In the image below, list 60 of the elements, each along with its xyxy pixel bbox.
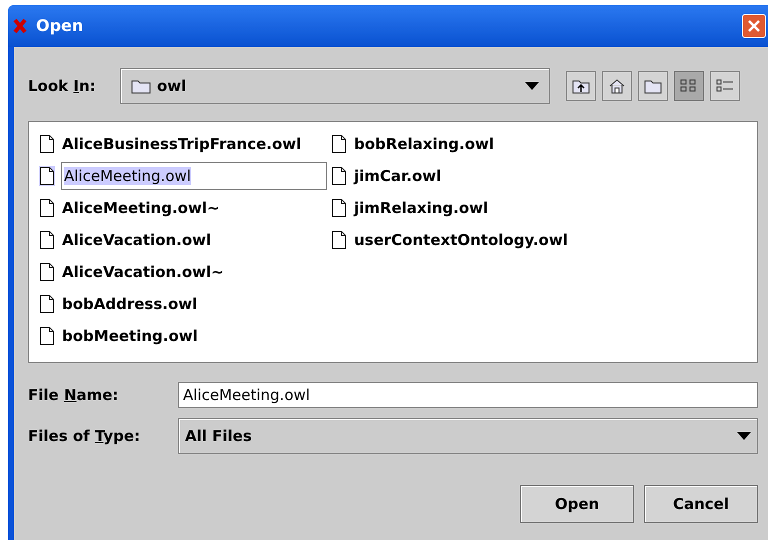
- list-view-icon: [680, 78, 698, 94]
- file-name: jimCar.owl: [353, 166, 442, 187]
- toolbar-button[interactable]: [566, 71, 596, 101]
- file-name-field[interactable]: AliceMeeting.owl: [178, 382, 758, 408]
- look-in-label: Look In:: [28, 77, 96, 95]
- file-item[interactable]: AliceMeeting.owl: [39, 160, 327, 192]
- file-name: AliceVacation.owl: [61, 230, 212, 251]
- file-type-value: All Files: [185, 426, 253, 447]
- home-icon: [608, 78, 626, 94]
- file-name: bobMeeting.owl: [61, 326, 199, 347]
- file-name: jimRelaxing.owl: [353, 198, 490, 219]
- file-item[interactable]: bobRelaxing.owl: [331, 128, 569, 160]
- file-item[interactable]: bobAddress.owl: [39, 288, 327, 320]
- file-item[interactable]: bobMeeting.owl: [39, 320, 327, 352]
- toolbar-button[interactable]: [710, 71, 740, 101]
- file-icon: [39, 134, 55, 154]
- dropdown-arrow-icon: [737, 432, 751, 440]
- file-item[interactable]: AliceVacation.owl~: [39, 256, 327, 288]
- close-button[interactable]: [742, 14, 766, 38]
- file-icon: [331, 198, 347, 218]
- file-type-label: Files of Type:: [28, 427, 140, 445]
- up-folder-icon: [572, 78, 590, 94]
- file-icon: [39, 294, 55, 314]
- file-icon: [331, 134, 347, 154]
- toolbar-button[interactable]: [602, 71, 632, 101]
- look-in-value: owl: [157, 76, 188, 97]
- toolbar-button[interactable]: [638, 71, 668, 101]
- look-in-dropdown[interactable]: owl: [120, 68, 550, 104]
- file-icon: [39, 262, 55, 282]
- file-item[interactable]: AliceMeeting.owl~: [39, 192, 327, 224]
- file-icon: [39, 230, 55, 250]
- folder-icon: [131, 78, 151, 94]
- toolbar-button[interactable]: [674, 71, 704, 101]
- file-icon: [39, 198, 55, 218]
- file-name: AliceMeeting.owl: [61, 162, 327, 190]
- close-icon: [748, 20, 760, 32]
- file-name: userContextOntology.owl: [353, 230, 569, 251]
- dialog-button[interactable]: Cancel: [644, 485, 758, 523]
- file-item[interactable]: AliceVacation.owl: [39, 224, 327, 256]
- file-item[interactable]: userContextOntology.owl: [331, 224, 569, 256]
- file-item[interactable]: AliceBusinessTripFrance.owl: [39, 128, 327, 160]
- file-icon: [39, 326, 55, 346]
- file-item[interactable]: jimCar.owl: [331, 160, 569, 192]
- dropdown-arrow-icon: [525, 82, 539, 90]
- dialog-button[interactable]: Open: [520, 485, 634, 523]
- app-icon: [12, 18, 28, 34]
- details-view-icon: [716, 78, 734, 94]
- file-name-label: File Name:: [28, 386, 118, 404]
- file-icon: [39, 166, 55, 186]
- file-icon: [331, 230, 347, 250]
- file-icon: [331, 166, 347, 186]
- file-type-dropdown[interactable]: All Files: [178, 418, 758, 454]
- file-item[interactable]: jimRelaxing.owl: [331, 192, 569, 224]
- folder-icon: [644, 78, 662, 94]
- file-name: AliceVacation.owl~: [61, 262, 225, 283]
- window-title: Open: [36, 15, 84, 37]
- file-name: AliceMeeting.owl~: [61, 198, 221, 219]
- file-name: AliceBusinessTripFrance.owl: [61, 134, 302, 155]
- file-name: bobAddress.owl: [61, 294, 198, 315]
- file-name: bobRelaxing.owl: [353, 134, 496, 155]
